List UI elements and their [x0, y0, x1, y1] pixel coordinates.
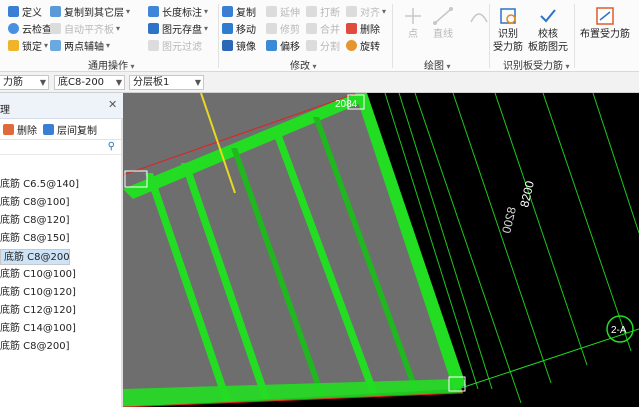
ribbon-divider [218, 4, 219, 68]
lock-icon [8, 40, 19, 51]
arc-icon [470, 13, 488, 23]
list-item[interactable]: 底筋 C10@120] [0, 285, 121, 301]
break-icon [306, 6, 317, 17]
trim-button[interactable]: 修剪 [266, 21, 300, 36]
move-icon [222, 23, 233, 34]
panel-title-bar: 理 ✕ [0, 93, 123, 119]
delete-component-button[interactable]: 删除 [3, 122, 37, 137]
copy-button[interactable]: 复制 [222, 4, 256, 19]
offset-button[interactable]: 偏移 [266, 38, 300, 53]
trim-icon [266, 23, 277, 34]
lock-button[interactable]: 锁定 [8, 38, 48, 53]
list-item[interactable]: 底筋 C6.5@140] [0, 177, 121, 193]
draw-group-label[interactable]: 绘图 [424, 57, 451, 72]
list-item[interactable]: 底筋 C8@120] [0, 213, 121, 229]
cloud-check-button[interactable]: 云检查 [8, 21, 52, 36]
chevron-down-icon: ▼ [194, 78, 201, 87]
two-point-axis-icon [50, 40, 61, 51]
offset-icon [266, 40, 277, 51]
mirror-icon [222, 40, 233, 51]
draw-more-button[interactable] [468, 6, 490, 28]
move-button[interactable]: 移动 [222, 21, 256, 36]
dimension-label-mirror: 8200 [499, 206, 519, 235]
close-icon[interactable]: ✕ [108, 98, 117, 111]
filter-element-button[interactable]: 图元过滤 [148, 38, 202, 53]
chevron-down-icon: ▼ [39, 78, 46, 87]
identify-group-label: 识别板受力筋 [503, 57, 570, 72]
panel-toolbar: 删除 层间复制 [0, 120, 123, 140]
copy-to-layer-icon [50, 6, 61, 17]
slab-rebar-drawing: 8200 8200 2084 2-A [123, 93, 639, 407]
ribbon-toolbar: 定义 云检查 锁定 复制到其它层 自动平齐板 两点辅轴 长度标注 图元存盘 图元… [0, 0, 639, 72]
general-ops-group-label[interactable]: 通用操作 [88, 57, 135, 72]
modify-group-label[interactable]: 修改 [290, 57, 317, 72]
verify-icon [540, 9, 556, 23]
line-icon [433, 7, 453, 25]
ribbon-divider [489, 4, 490, 68]
verify-rebar-button[interactable]: 校核 板筋图元 [528, 6, 568, 54]
two-point-axis-button[interactable]: 两点辅轴 [50, 38, 110, 53]
element-type-select[interactable]: 力筋 ▼ [0, 75, 49, 90]
save-element-button[interactable]: 图元存盘 [148, 21, 208, 36]
search-icon[interactable]: ⚲ [108, 141, 115, 152]
save-element-icon [148, 23, 159, 34]
dimension-label: 8200 [517, 179, 537, 208]
list-item[interactable]: 底筋 C8@100] [0, 195, 121, 211]
drawing-canvas[interactable]: 8200 8200 2084 2-A [123, 93, 639, 407]
align-button[interactable]: 对齐 [346, 4, 386, 19]
copy-layer-icon [43, 124, 54, 135]
list-item[interactable]: 底筋 C14@100] [0, 321, 121, 337]
split-icon [306, 40, 317, 51]
axis-bubble-label: 2-A [611, 325, 627, 336]
copy-to-layer-button[interactable]: 复制到其它层 [50, 4, 130, 19]
list-item[interactable]: 底筋 C12@120] [0, 303, 121, 319]
extend-button[interactable]: 延伸 [266, 4, 300, 19]
list-item[interactable]: 底筋 C8@200] [0, 339, 121, 355]
delete-button[interactable]: 删除 [346, 21, 380, 36]
align-icon [346, 6, 357, 17]
list-item[interactable]: 底筋 C10@100] [0, 267, 121, 283]
point-icon [405, 8, 421, 24]
list-item[interactable]: 底筋 C8@200] [0, 249, 70, 265]
list-item[interactable]: 底筋 C8@150] [0, 231, 121, 247]
component-list-panel: 理 ✕ 删除 层间复制 ⚲ 底筋 C6.5@140] 底筋 C8@100] 底筋 C… [0, 93, 123, 407]
element-name-select[interactable]: 底C8-200 ▼ [54, 75, 125, 90]
define-icon [8, 6, 19, 17]
define-button[interactable]: 定义 [8, 4, 42, 19]
merge-icon [306, 23, 317, 34]
draw-point-button[interactable]: 点 [402, 6, 424, 41]
layer-select[interactable]: 分层板1 ▼ [129, 75, 204, 90]
delete-component-icon [3, 124, 14, 135]
rotate-icon [346, 40, 357, 51]
top-axis-label: 2084 [335, 99, 358, 110]
identify-icon [500, 8, 516, 24]
chevron-down-icon: ▼ [115, 78, 122, 87]
merge-button[interactable]: 合并 [306, 21, 340, 36]
delete-icon [346, 23, 357, 34]
cloud-check-icon [8, 23, 19, 34]
mirror-button[interactable]: 镜像 [222, 38, 256, 53]
auto-align-button[interactable]: 自动平齐板 [50, 21, 120, 36]
draw-line-button[interactable]: 直线 [432, 6, 454, 41]
ribbon-divider [574, 4, 575, 68]
copy-between-layers-button[interactable]: 层间复制 [43, 122, 97, 137]
rotate-button[interactable]: 旋转 [346, 38, 380, 53]
place-rebar-button[interactable]: 布置受力筋 [580, 6, 630, 41]
copy-icon [222, 6, 233, 17]
length-dim-icon [148, 6, 159, 17]
panel-title: 理 [0, 105, 10, 116]
split-button[interactable]: 分割 [306, 38, 340, 53]
extend-icon [266, 6, 277, 17]
length-dim-button[interactable]: 长度标注 [148, 4, 208, 19]
ribbon-divider [392, 4, 393, 68]
break-button[interactable]: 打断 [306, 4, 340, 19]
element-selector-bar: 力筋 ▼ 底C8-200 ▼ 分层板1 ▼ [0, 72, 639, 93]
identify-rebar-button[interactable]: 识别 受力筋 [493, 6, 523, 54]
auto-align-icon [50, 23, 61, 34]
dimension-line [457, 328, 639, 390]
place-rebar-icon [596, 7, 614, 25]
filter-element-icon [148, 40, 159, 51]
component-search-input[interactable]: ⚲ [0, 141, 121, 155]
